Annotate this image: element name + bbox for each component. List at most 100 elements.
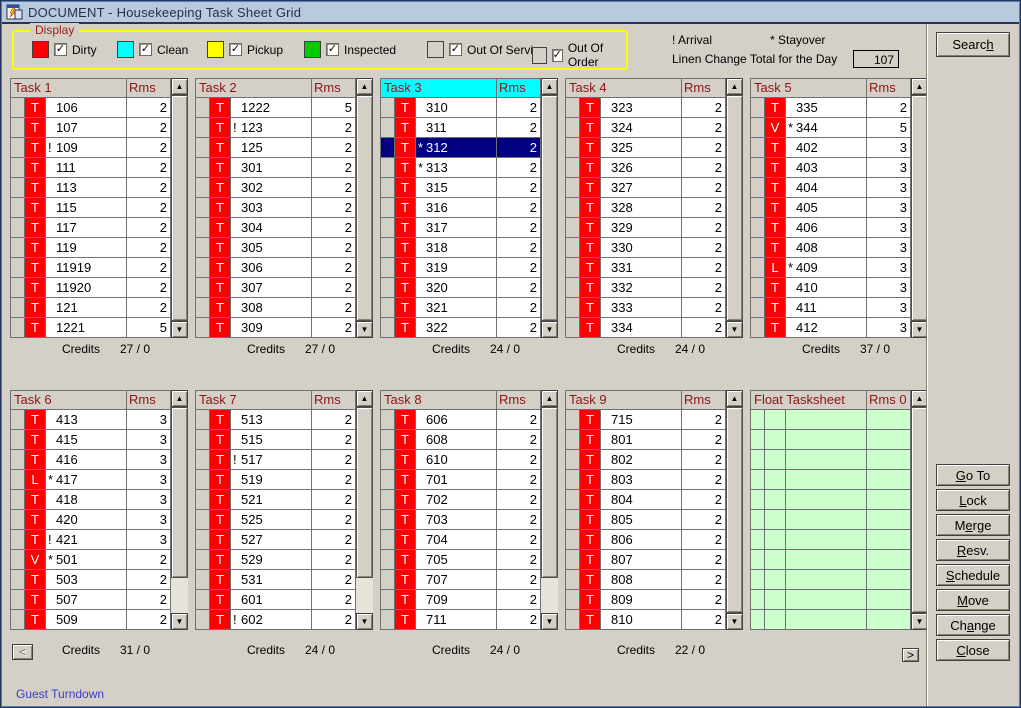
scrollbar-thumb[interactable] [356,95,373,321]
pickup-checkbox[interactable]: ✓ [229,43,242,56]
task-row[interactable]: T 806 2 [566,530,726,550]
task-row[interactable]: T 803 2 [566,470,726,490]
task-row[interactable]: T 334 2 [566,318,726,338]
task-row[interactable]: T 531 2 [196,570,356,590]
task-row[interactable]: T 509 2 [11,610,171,630]
task-row[interactable]: T ! 421 3 [11,530,171,550]
task-row[interactable]: T 303 2 [196,198,356,218]
task-row[interactable]: T 302 2 [196,178,356,198]
task-row[interactable]: T 331 2 [566,258,726,278]
close-button[interactable]: Close [936,639,1010,661]
float-empty-row[interactable] [751,610,911,630]
scroll-up-button[interactable]: ▲ [171,390,188,407]
task-row[interactable]: T 704 2 [381,530,541,550]
scrollbar-track[interactable] [171,407,188,613]
task-row[interactable]: T 405 3 [751,198,911,218]
scrollbar-thumb[interactable] [541,95,558,321]
float-empty-row[interactable] [751,510,911,530]
task-row[interactable]: T 324 2 [566,118,726,138]
scroll-down-button[interactable]: ▼ [171,613,188,630]
task-row[interactable]: T 715 2 [566,410,726,430]
go-to-button[interactable]: Go To [936,464,1010,486]
task-row[interactable]: T 527 2 [196,530,356,550]
task-row[interactable]: T 318 2 [381,238,541,258]
scrollbar-track[interactable] [726,95,743,321]
task-row[interactable]: T 707 2 [381,570,541,590]
panel-scrollbar[interactable]: ▲ ▼ [171,78,188,338]
task-row[interactable]: T 119 2 [11,238,171,258]
task-row[interactable]: T 403 3 [751,158,911,178]
float-empty-row[interactable] [751,430,911,450]
task-row[interactable]: T 315 2 [381,178,541,198]
task-row[interactable]: T 404 3 [751,178,911,198]
panel-scrollbar[interactable]: ▲ ▼ [541,78,558,338]
float-empty-row[interactable] [751,530,911,550]
task-row[interactable]: T 316 2 [381,198,541,218]
merge-button[interactable]: Merge [936,514,1010,536]
task-row[interactable]: T ! 517 2 [196,450,356,470]
float-empty-row[interactable] [751,590,911,610]
task-row[interactable]: T 420 3 [11,510,171,530]
out-of-order-checkbox[interactable]: ✓ [552,49,563,62]
scrollbar-track[interactable] [726,407,743,613]
task-row[interactable]: T 321 2 [381,298,541,318]
task-row[interactable]: T 521 2 [196,490,356,510]
task-row[interactable]: T 121 2 [11,298,171,318]
scroll-up-button[interactable]: ▲ [171,78,188,95]
task-row[interactable]: T 406 3 [751,218,911,238]
panel-scrollbar[interactable]: ▲ ▼ [726,390,743,630]
task-row[interactable]: T 507 2 [11,590,171,610]
out-of-service-checkbox[interactable]: ✓ [449,43,462,56]
task-row[interactable]: T 809 2 [566,590,726,610]
task-row[interactable]: T 410 3 [751,278,911,298]
panel-scrollbar[interactable]: ▲ ▼ [171,390,188,630]
task-row[interactable]: T 807 2 [566,550,726,570]
task-row[interactable]: T 711 2 [381,610,541,630]
scroll-left-button[interactable]: < [12,644,33,660]
task-row[interactable]: T 413 3 [11,410,171,430]
scrollbar-thumb[interactable] [171,407,188,578]
float-empty-row[interactable] [751,570,911,590]
task-row[interactable]: T 703 2 [381,510,541,530]
scroll-up-button[interactable]: ▲ [541,78,558,95]
scroll-up-button[interactable]: ▲ [726,390,743,407]
task-row[interactable]: T * 313 2 [381,158,541,178]
task-row[interactable]: T 125 2 [196,138,356,158]
scroll-down-button[interactable]: ▼ [726,321,743,338]
task-row[interactable]: T 307 2 [196,278,356,298]
schedule-button[interactable]: Schedule [936,564,1010,586]
task-row[interactable]: T 107 2 [11,118,171,138]
task-row[interactable]: T ! 602 2 [196,610,356,630]
task-row[interactable]: T 808 2 [566,570,726,590]
scrollbar-thumb[interactable] [171,95,188,321]
task-row[interactable]: T 317 2 [381,218,541,238]
task-row[interactable]: T 701 2 [381,470,541,490]
task-row[interactable]: T 608 2 [381,430,541,450]
task-row[interactable]: T 705 2 [381,550,541,570]
float-empty-row[interactable] [751,550,911,570]
task-row[interactable]: T 402 3 [751,138,911,158]
scrollbar-thumb[interactable] [356,407,373,578]
scrollbar-thumb[interactable] [726,407,743,613]
panel-scrollbar[interactable]: ▲ ▼ [356,390,373,630]
task-row[interactable]: T 411 3 [751,298,911,318]
task-row[interactable]: T 1221 5 [11,318,171,338]
scrollbar-thumb[interactable] [726,95,743,321]
task-row[interactable]: T 802 2 [566,450,726,470]
scroll-up-button[interactable]: ▲ [356,390,373,407]
task-row[interactable]: V * 501 2 [11,550,171,570]
panel-scrollbar[interactable]: ▲ ▼ [726,78,743,338]
task-row[interactable]: T 311 2 [381,118,541,138]
task-row[interactable]: T 606 2 [381,410,541,430]
task-row[interactable]: T 332 2 [566,278,726,298]
scroll-down-button[interactable]: ▼ [541,321,558,338]
scroll-down-button[interactable]: ▼ [356,321,373,338]
task-row[interactable]: T 335 2 [751,98,911,118]
scrollbar-track[interactable] [541,95,558,321]
guest-turndown-link[interactable]: Guest Turndown [16,687,104,701]
task-row[interactable]: L * 417 3 [11,470,171,490]
resv-button[interactable]: Resv. [936,539,1010,561]
search-button[interactable]: Search [936,32,1010,57]
task-row[interactable]: T ! 123 2 [196,118,356,138]
task-row[interactable]: T 301 2 [196,158,356,178]
